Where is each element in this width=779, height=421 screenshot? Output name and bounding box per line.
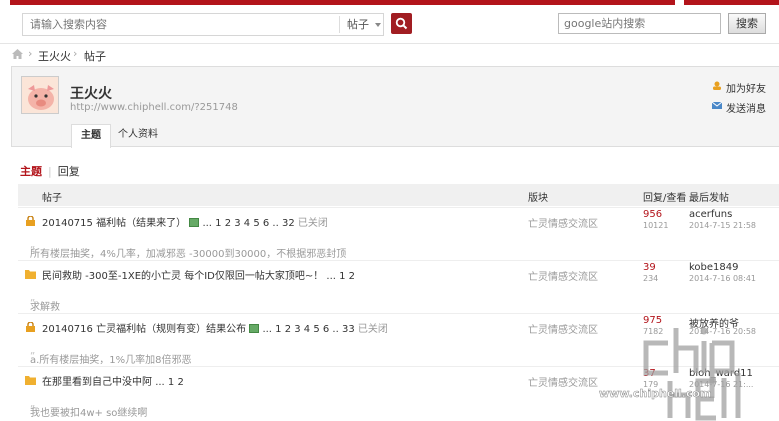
last-post-time[interactable]: 2014-7-16 08:41 xyxy=(689,274,756,283)
view-count: 234 xyxy=(643,274,659,283)
folder-icon xyxy=(25,270,36,279)
breadcrumb: › 王火火 › 帖子 xyxy=(0,43,779,65)
pig-avatar-icon xyxy=(22,77,58,113)
subtabs: 主题 | 回复 xyxy=(20,163,80,179)
add-friend-label: 加为好友 xyxy=(726,84,766,95)
search-scope-label: 帖子 xyxy=(347,18,369,31)
watermark-text: www.chiphell.com xyxy=(599,387,712,400)
thread-forum[interactable]: 亡灵情感交流区 xyxy=(528,215,598,230)
thread-pages[interactable]: ... 1 2 3 4 5 6 .. 32 xyxy=(202,218,294,229)
avatar[interactable] xyxy=(21,76,59,114)
search-button[interactable] xyxy=(391,13,412,34)
search-row: 帖子 搜索 xyxy=(0,5,779,43)
header-post: 帖子 xyxy=(42,193,62,204)
breadcrumb-user[interactable]: 王火火 xyxy=(38,48,71,64)
reply-count: 39 xyxy=(643,262,656,273)
thread-pages[interactable]: ... 1 2 3 4 5 6 .. 33 xyxy=(262,324,354,335)
subtab-replies[interactable]: 回复 xyxy=(58,165,80,178)
mail-icon xyxy=(711,101,723,110)
thread-title[interactable]: 在那里看到自己中没中阿 ... 1 2 xyxy=(42,373,184,388)
breadcrumb-separator: › xyxy=(73,47,78,60)
header-stats: 回复/查看 xyxy=(643,193,687,204)
quote-close-icon: ” xyxy=(30,298,36,309)
thread-title[interactable]: 20140715 福利帖（结果来了） ... 1 2 3 4 5 6 .. 32… xyxy=(42,214,328,229)
thread-excerpt: “ 求解救 ” xyxy=(18,288,779,313)
lock-icon xyxy=(26,322,35,332)
tab-profile[interactable]: 个人资料 xyxy=(116,124,160,148)
image-attachment-icon xyxy=(249,324,260,333)
excerpt-text: 我也要被扣4w+ so继续啊 xyxy=(30,408,148,419)
google-search-box xyxy=(558,13,721,34)
table-row: 民间救助 -300至-1XE的小亡灵 每个ID仅限回一帖大家顶吧~！ ... 1… xyxy=(18,260,779,287)
thread-title-text: 20140715 福利帖（结果来了） xyxy=(42,218,187,229)
last-poster[interactable]: kobe1849 xyxy=(689,262,739,273)
thread-pages[interactable]: ... 1 2 xyxy=(326,271,355,282)
search-scope-select[interactable]: 帖子 xyxy=(339,16,383,33)
breadcrumb-posts[interactable]: 帖子 xyxy=(84,48,106,64)
thread-pages[interactable]: ... 1 2 xyxy=(155,377,184,388)
search-icon xyxy=(395,17,408,30)
header-last: 最后发帖 xyxy=(689,193,729,204)
tab-topics[interactable]: 主题 xyxy=(71,124,111,148)
thread-title-text: 在那里看到自己中没中阿 xyxy=(42,377,152,388)
thread-forum[interactable]: 亡灵情感交流区 xyxy=(528,321,598,336)
add-friend-icon xyxy=(712,81,722,90)
quote-close-icon: ” xyxy=(30,245,36,256)
send-message-label: 发送消息 xyxy=(726,104,766,115)
excerpt-text: 所有楼层抽奖，4%几率，加减邪恶 -30000到30000，不根据邪恶封顶 xyxy=(30,249,347,260)
lock-icon xyxy=(26,216,35,226)
thread-status: 已关闭 xyxy=(357,324,388,335)
thread-excerpt: “ 所有楼层抽奖，4%几率，加减邪恶 -30000到30000，不根据邪恶封顶 … xyxy=(18,235,779,260)
reply-count: 956 xyxy=(643,209,663,220)
folder-icon xyxy=(25,376,36,385)
quote-close-icon: ” xyxy=(30,351,36,362)
subtab-topics[interactable]: 主题 xyxy=(20,165,42,178)
google-search-input[interactable] xyxy=(559,14,720,33)
chiphell-watermark-logo: www.chiphell.com xyxy=(599,327,741,421)
search-box: 帖子 xyxy=(22,13,384,36)
google-search-button[interactable]: 搜索 xyxy=(728,13,766,34)
thread-title[interactable]: 20140716 亡灵福利帖（规则有变）结果公布 ... 1 2 3 4 5 6… xyxy=(42,320,388,335)
profile-header: 王火火 http://www.chiphell.com/?251748 加为好友… xyxy=(11,66,779,148)
thread-title[interactable]: 民间救助 -300至-1XE的小亡灵 每个ID仅限回一帖大家顶吧~！ ... 1… xyxy=(42,267,355,282)
profile-url[interactable]: http://www.chiphell.com/?251748 xyxy=(70,102,238,113)
search-input[interactable] xyxy=(23,14,333,35)
last-poster[interactable]: acerfuns xyxy=(689,209,732,220)
breadcrumb-separator: › xyxy=(28,47,33,60)
chevron-down-icon xyxy=(375,23,381,27)
image-attachment-icon xyxy=(189,218,200,227)
thread-status: 已关闭 xyxy=(297,218,328,229)
subtab-divider: | xyxy=(48,165,52,178)
table-header: 帖子 版块 回复/查看 最后发帖 xyxy=(18,184,779,206)
table-row: 20140715 福利帖（结果来了） ... 1 2 3 4 5 6 .. 32… xyxy=(18,207,779,234)
thread-forum[interactable]: 亡灵情感交流区 xyxy=(528,374,598,389)
excerpt-text: a.所有楼层抽奖，1%几率加8倍邪恶 xyxy=(30,355,192,366)
thread-title-text: 民间救助 -300至-1XE的小亡灵 每个ID仅限回一帖大家顶吧~！ xyxy=(42,271,324,282)
header-forum: 版块 xyxy=(528,193,548,204)
quote-close-icon: ” xyxy=(30,404,36,415)
thread-title-text: 20140716 亡灵福利帖（规则有变）结果公布 xyxy=(42,324,247,335)
profile-name: 王火火 xyxy=(70,86,112,102)
last-post-time[interactable]: 2014-7-15 21:58 xyxy=(689,221,756,230)
thread-forum[interactable]: 亡灵情感交流区 xyxy=(528,268,598,283)
view-count: 10121 xyxy=(643,221,669,230)
home-icon[interactable] xyxy=(12,49,23,59)
